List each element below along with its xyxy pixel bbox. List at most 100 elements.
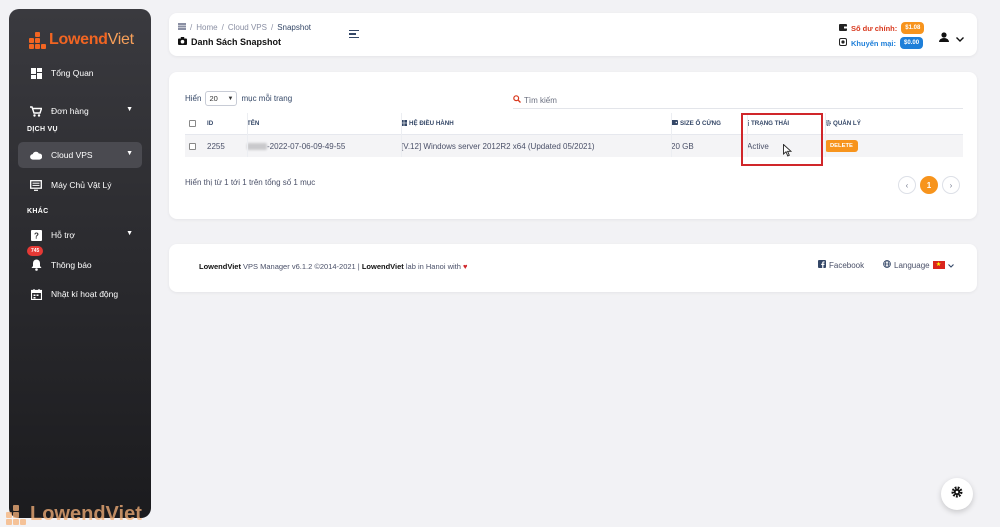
sidebar: LowendViet Tổng Quan Đơn hàng ▼ DỊCH VỤ …	[9, 9, 151, 518]
page-footer: LowendViet VPS Manager v6.1.2 ©2014-2021…	[169, 244, 977, 292]
chevron-down-icon: ▼	[227, 95, 234, 102]
col-header-name[interactable]: TÊN	[247, 120, 401, 127]
sidebar-item-notifications[interactable]: 745 Thông báo	[18, 246, 142, 278]
chevron-down-icon: ▼	[126, 106, 133, 113]
sidebar-item-label: Tổng Quan	[51, 68, 94, 78]
cart-icon	[30, 105, 42, 117]
brand-name: LowendViet	[49, 31, 134, 48]
page-size-select[interactable]: 20 ▼	[205, 91, 238, 106]
snapshot-table: ID TÊN HỆ ĐIỀU HÀNH SIZE Ổ CỨNG TRẠNG TH…	[185, 113, 963, 157]
server-icon	[30, 179, 42, 191]
col-header-size[interactable]: SIZE Ổ CỨNG	[671, 120, 747, 127]
search-icon	[513, 95, 521, 105]
vietnam-flag-icon: ★	[932, 261, 945, 269]
copyright-text: LowendViet VPS Manager v6.1.2 ©2014-2021…	[199, 262, 468, 271]
svg-text:?: ?	[34, 231, 39, 240]
page-title-text: Danh Sách Snapshot	[191, 37, 282, 47]
user-icon	[939, 29, 949, 47]
col-header-os[interactable]: HỆ ĐIỀU HÀNH	[401, 119, 671, 128]
bell-icon	[30, 259, 42, 271]
home-icon[interactable]	[178, 23, 186, 32]
sidebar-item-label: Nhật kí hoạt động	[51, 289, 119, 299]
search-input[interactable]: Tìm kiếm	[513, 92, 963, 109]
promo-value-badge[interactable]: $0.00	[900, 37, 924, 49]
breadcrumb: / Home / Cloud VPS / Snapshot	[178, 23, 311, 32]
chevron-down-icon: ▼	[126, 150, 133, 157]
delete-button[interactable]: DELETE	[825, 140, 858, 152]
snapshot-list-card: Hiển 20 ▼ mục mỗi trang Tìm kiếm ID TÊN …	[169, 72, 977, 219]
search-placeholder: Tìm kiếm	[524, 95, 557, 105]
brand-logo[interactable]: LowendViet	[29, 31, 134, 49]
promo-balance: Khuyến mại: $0.00	[839, 37, 924, 49]
row-checkbox[interactable]	[189, 142, 196, 150]
sidebar-item-cloud-vps[interactable]: Cloud VPS ▼	[18, 142, 142, 168]
section-title-services: DỊCH VỤ	[27, 126, 58, 133]
facebook-link[interactable]: Facebook	[818, 260, 864, 270]
table-info: Hiển thị từ 1 tới 1 trên tổng số 1 mục	[185, 178, 316, 187]
logo-mark-icon	[6, 504, 26, 525]
sidebar-item-label: Hỗ trợ	[51, 230, 75, 240]
facebook-icon	[818, 260, 826, 270]
table-header: ID TÊN HỆ ĐIỀU HÀNH SIZE Ổ CỨNG TRẠNG TH…	[185, 113, 963, 135]
page-button-1[interactable]: 1	[920, 176, 938, 194]
top-header: / Home / Cloud VPS / Snapshot Danh Sách …	[169, 13, 977, 56]
breadcrumb-cloud-vps[interactable]: Cloud VPS	[228, 23, 267, 32]
chevron-down-icon: ▼	[126, 230, 133, 237]
cell-size: 20 GB	[671, 141, 694, 151]
language-selector[interactable]: Language ★	[883, 260, 954, 270]
calendar-icon	[30, 288, 42, 300]
sidebar-item-activity-log[interactable]: Nhật kí hoạt động	[18, 281, 142, 307]
logo-mark-icon	[29, 32, 46, 49]
promo-label: Khuyến mại:	[851, 38, 897, 48]
wallet-icon	[839, 23, 847, 33]
cell-os: [V.12] Windows server 2012R2 x64 (Update…	[401, 141, 595, 151]
select-all-checkbox[interactable]	[189, 120, 196, 127]
heart-icon: ♥	[463, 262, 468, 271]
show-suffix: mục mỗi trang	[241, 94, 293, 103]
pagination: ‹ 1 ›	[898, 176, 960, 194]
chevron-down-icon	[947, 261, 954, 270]
user-menu[interactable]	[939, 29, 964, 47]
next-page-button[interactable]: ›	[942, 176, 960, 194]
watermark-text: LowendViet	[30, 503, 142, 525]
breadcrumb-current: Snapshot	[277, 23, 311, 32]
help-icon: ?	[30, 229, 42, 241]
sidebar-item-overview[interactable]: Tổng Quan	[18, 60, 142, 86]
prev-page-button[interactable]: ‹	[898, 176, 916, 194]
page-size-control: Hiển 20 ▼ mục mỗi trang	[185, 91, 292, 106]
sidebar-item-orders[interactable]: Đơn hàng ▼	[18, 98, 142, 124]
cell-id: 2255	[207, 141, 225, 151]
sidebar-item-label: Thông báo	[51, 260, 92, 270]
sidebar-item-dedicated-server[interactable]: Máy Chủ Vật Lý	[18, 172, 142, 198]
cloud-icon	[30, 149, 42, 161]
gift-icon	[839, 38, 847, 48]
show-prefix: Hiển	[185, 94, 202, 103]
cell-name: -2022-07-06-09-49-55	[247, 142, 401, 151]
globe-icon	[883, 260, 891, 270]
disk-icon	[671, 120, 678, 127]
main-balance: Số dư chính: $1.08	[839, 22, 925, 34]
sidebar-item-support[interactable]: ? Hỗ trợ ▼	[18, 222, 142, 248]
sidebar-item-label: Đơn hàng	[51, 106, 89, 116]
notification-count-badge: 745	[27, 246, 44, 256]
menu-toggle-button[interactable]	[349, 30, 359, 38]
balance-value-badge[interactable]: $1.08	[901, 22, 925, 34]
camera-icon	[178, 37, 187, 47]
status-highlight-box	[741, 113, 823, 166]
sidebar-item-label: Cloud VPS	[51, 150, 93, 160]
brand-watermark: LowendViet	[6, 503, 142, 526]
chevron-down-icon	[956, 29, 964, 47]
sidebar-item-label: Máy Chủ Vật Lý	[51, 180, 112, 190]
redacted-name	[247, 142, 267, 150]
col-header-id[interactable]: ID	[207, 120, 247, 127]
section-title-other: KHÁC	[27, 208, 49, 215]
dashboard-icon	[30, 67, 42, 79]
breadcrumb-home[interactable]: Home	[196, 23, 217, 32]
col-header-actions[interactable]: QUẢN LÝ	[825, 119, 925, 128]
mouse-cursor-icon	[783, 143, 793, 162]
balance-label: Số dư chính:	[851, 23, 898, 33]
table-row[interactable]: 2255 -2022-07-06-09-49-55 [V.12] Windows…	[185, 135, 963, 157]
page-title: Danh Sách Snapshot	[178, 37, 281, 47]
gear-icon	[951, 485, 963, 503]
settings-button[interactable]	[941, 478, 973, 510]
